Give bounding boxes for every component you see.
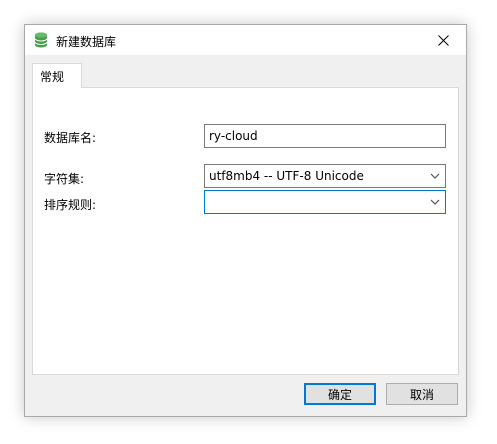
db-name-label: 数据库名:: [44, 131, 97, 145]
charset-label: 字符集:: [44, 172, 85, 186]
dialog-title: 新建数据库: [56, 35, 117, 49]
db-name-input-box: [204, 124, 446, 148]
collation-select[interactable]: [204, 190, 446, 214]
charset-value: utf8mb4 -- UTF-8 Unicode: [209, 169, 364, 183]
general-panel: 数据库名: 字符集: utf8mb4 -- UTF-8 Unicode 排序规则…: [32, 87, 459, 375]
database-icon: [34, 32, 48, 48]
collation-label: 排序规则:: [44, 198, 97, 212]
new-database-dialog: 新建数据库 常规 数据库名: 字符集: utf8mb4 -- UTF-8 Uni…: [24, 24, 467, 417]
tab-general[interactable]: 常规: [32, 63, 82, 88]
db-name-input[interactable]: [205, 125, 445, 147]
ok-button[interactable]: 确定: [304, 383, 376, 405]
charset-select[interactable]: utf8mb4 -- UTF-8 Unicode: [204, 164, 446, 188]
close-button[interactable]: [420, 25, 466, 55]
chevron-down-icon: [430, 199, 440, 205]
chevron-down-icon: [430, 173, 440, 179]
cancel-button[interactable]: 取消: [386, 383, 458, 405]
close-icon: [437, 34, 449, 46]
title-bar: 新建数据库: [25, 25, 466, 55]
